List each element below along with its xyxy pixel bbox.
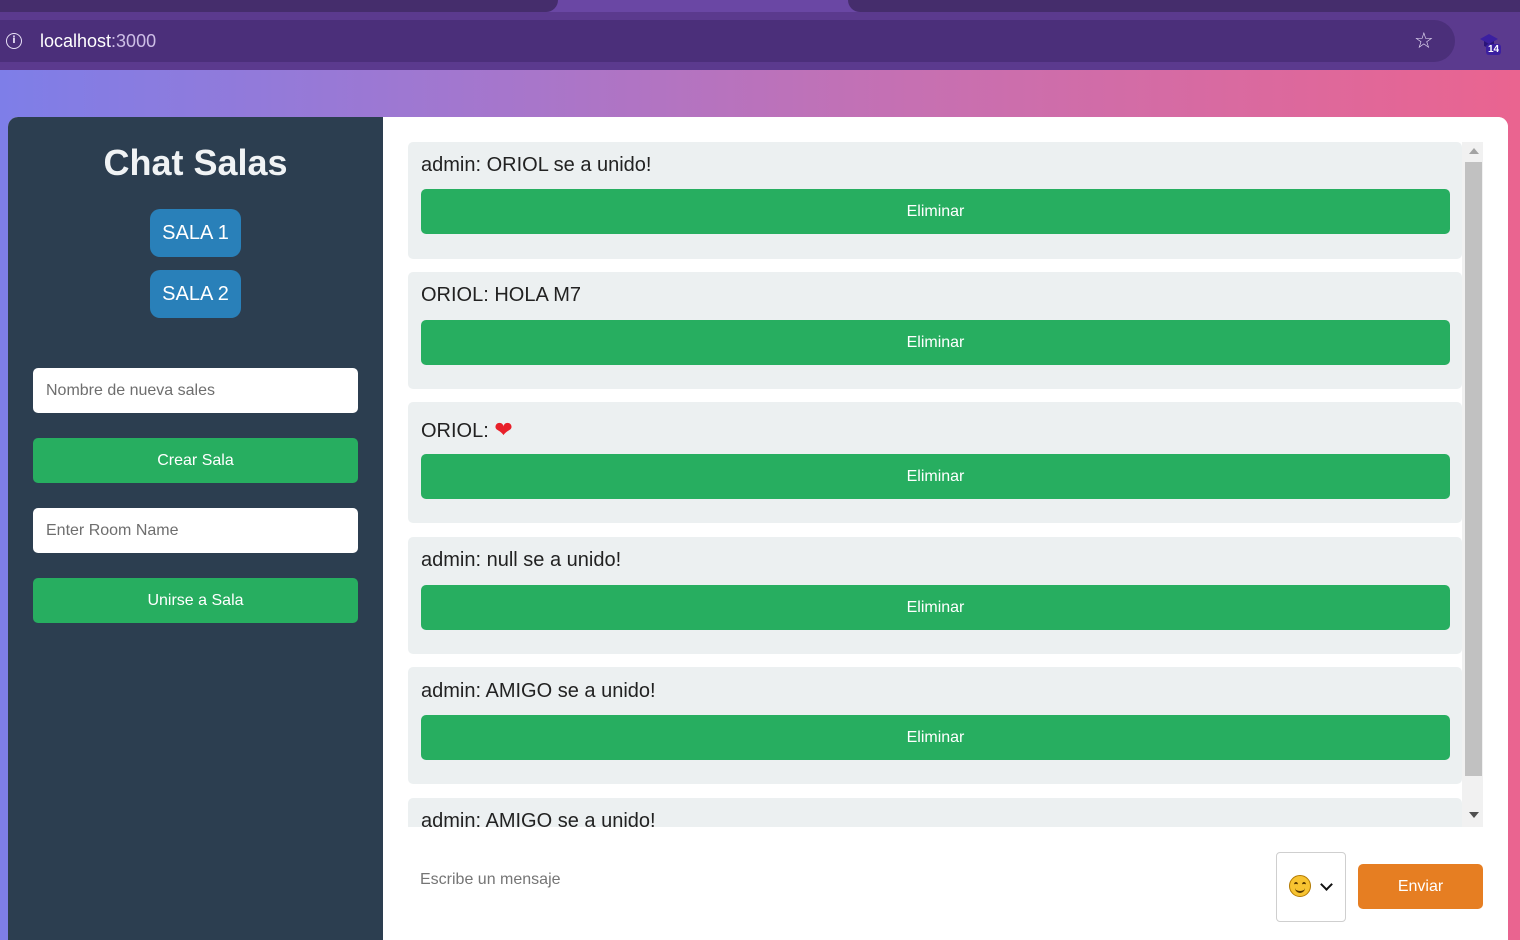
join-room-name-input[interactable]: Enter Room Name <box>33 508 358 553</box>
browser-chrome: i localhost:3000 ☆ 14 <box>0 0 1520 70</box>
message-item: admin: null se a unido! Eliminar <box>408 537 1462 654</box>
join-room-button[interactable]: Unirse a Sala <box>33 578 358 623</box>
message-text: admin: null se a unido! <box>421 549 622 571</box>
bookmark-star-icon[interactable]: ☆ <box>1414 29 1434 54</box>
emoji-select[interactable] <box>1276 852 1346 922</box>
message-text: ORIOL: HOLA M7 <box>421 284 582 306</box>
message-text-prefix: ORIOL: <box>421 420 495 442</box>
message-item: admin: ORIOL se a unido! Eliminar <box>408 142 1462 259</box>
smiling-face-emoji-icon <box>1289 875 1311 897</box>
url-text[interactable]: localhost:3000 <box>40 31 156 52</box>
send-button[interactable]: Enviar <box>1358 864 1483 909</box>
heart-emoji-icon: ❤ <box>494 418 513 443</box>
message-text: admin: AMIGO se a unido! <box>421 810 656 827</box>
address-bar[interactable] <box>0 20 1455 62</box>
room-button-sala-2[interactable]: SALA 2 <box>150 270 241 318</box>
new-room-name-input[interactable]: Nombre de nueva sales <box>33 368 358 413</box>
tab-strip <box>0 0 1520 12</box>
message-item: admin: AMIGO se a unido! Eliminar <box>408 667 1462 784</box>
delete-message-button[interactable]: Eliminar <box>421 715 1450 760</box>
message-text: admin: AMIGO se a unido! <box>421 680 656 702</box>
delete-message-button[interactable]: Eliminar <box>421 585 1450 630</box>
message-list[interactable]: admin: ORIOL se a unido! Eliminar ORIOL:… <box>408 142 1483 827</box>
scroll-down-arrow-icon[interactable] <box>1469 812 1479 818</box>
message-item: ORIOL: ❤ Eliminar <box>408 402 1462 523</box>
chevron-down-icon <box>1320 878 1333 891</box>
message-text: admin: ORIOL se a unido! <box>421 154 652 176</box>
message-item: admin: AMIGO se a unido! <box>408 798 1462 827</box>
sidebar: Chat Salas SALA 1 SALA 2 Nombre de nueva… <box>8 117 383 940</box>
message-item: ORIOL: HOLA M7 Eliminar <box>408 272 1462 389</box>
scrollbar-thumb[interactable] <box>1465 162 1482 776</box>
chat-main: admin: ORIOL se a unido! Eliminar ORIOL:… <box>383 117 1508 940</box>
browser-tab[interactable] <box>0 0 558 12</box>
delete-message-button[interactable]: Eliminar <box>421 189 1450 234</box>
url-host: localhost <box>40 31 112 51</box>
page-background: Chat Salas SALA 1 SALA 2 Nombre de nueva… <box>0 70 1520 940</box>
message-list-scrollbar[interactable] <box>1462 142 1483 827</box>
delete-message-button[interactable]: Eliminar <box>421 320 1450 365</box>
scroll-up-arrow-icon[interactable] <box>1469 148 1479 154</box>
browser-tab[interactable] <box>848 0 1520 12</box>
chat-app: Chat Salas SALA 1 SALA 2 Nombre de nueva… <box>8 117 1508 940</box>
message-text: ORIOL: ❤ <box>421 418 513 443</box>
room-button-sala-1[interactable]: SALA 1 <box>150 209 241 257</box>
create-room-button[interactable]: Crear Sala <box>33 438 358 483</box>
delete-message-button[interactable]: Eliminar <box>421 454 1450 499</box>
sidebar-title: Chat Salas <box>103 142 288 183</box>
site-info-icon[interactable]: i <box>6 33 22 49</box>
url-port: :3000 <box>111 31 157 51</box>
extension-badge: 14 <box>1486 44 1502 55</box>
message-input[interactable]: Escribe un mensaje <box>408 857 1268 902</box>
